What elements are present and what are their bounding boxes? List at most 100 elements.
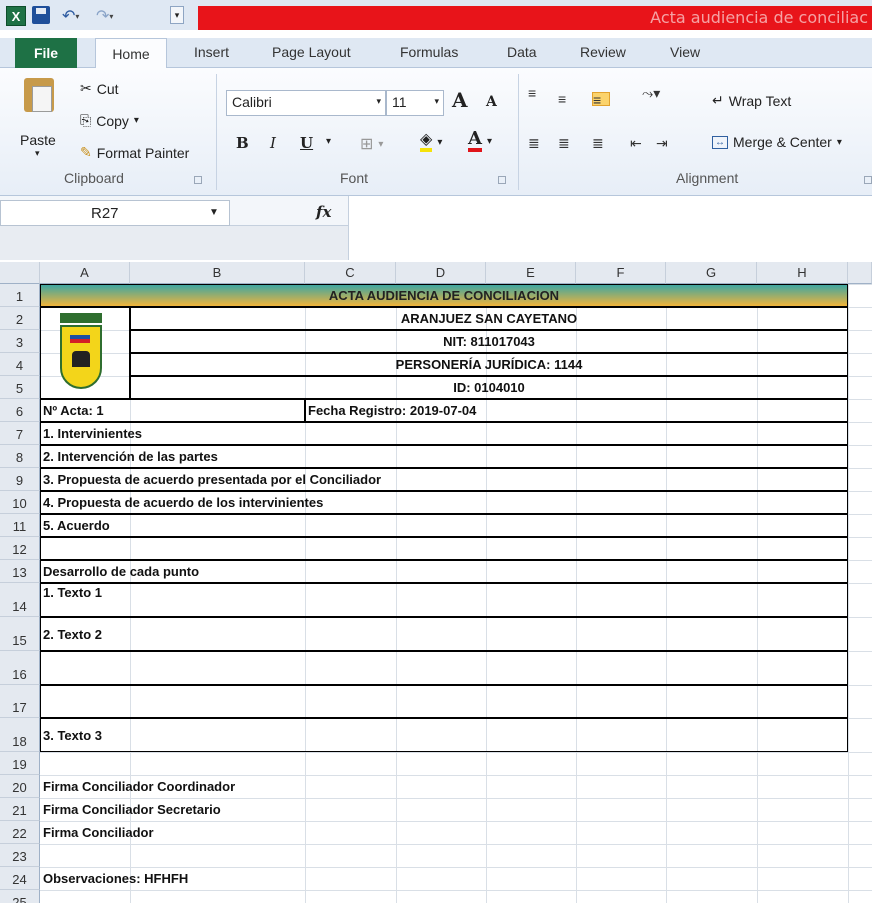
row-header-24[interactable]: 24 bbox=[0, 867, 40, 890]
row-header-22[interactable]: 22 bbox=[0, 821, 40, 844]
row-header-7[interactable]: 7 bbox=[0, 422, 40, 445]
copy-button[interactable]: ⎘ Copy ▾ bbox=[80, 112, 139, 129]
row-header-23[interactable]: 23 bbox=[0, 844, 40, 867]
worksheet-grid[interactable]: A B C D E F G H 1 2 3 4 5 6 7 8 9 10 11 12 13 14 15 16 17 18 19 20 2… bbox=[0, 262, 872, 903]
row-header-12[interactable]: 12 bbox=[0, 537, 40, 560]
redo-icon[interactable]: ↷ ▾ bbox=[96, 6, 113, 26]
tab-home[interactable]: Home bbox=[95, 38, 167, 69]
increase-indent-icon[interactable]: ⇥ bbox=[656, 136, 674, 150]
column-header-f[interactable]: F bbox=[576, 262, 666, 284]
agenda-item-13[interactable]: Desarrollo de cada punto bbox=[40, 560, 848, 583]
underline-button[interactable]: U bbox=[300, 134, 313, 152]
name-box[interactable]: R27 ▼ bbox=[0, 200, 230, 226]
column-header-c[interactable]: C bbox=[305, 262, 396, 284]
bold-button[interactable]: B bbox=[236, 134, 249, 152]
row-header-20[interactable]: 20 bbox=[0, 775, 40, 798]
font-color-button[interactable]: A ▾ bbox=[468, 130, 492, 152]
tab-insert[interactable]: Insert bbox=[194, 44, 229, 60]
wrap-text-button[interactable]: ↵ Wrap Text bbox=[712, 92, 791, 109]
row-header-2[interactable]: 2 bbox=[0, 307, 40, 330]
align-top-icon[interactable]: ≡ bbox=[528, 86, 546, 100]
nit-cell[interactable]: NIT: 811017043 bbox=[130, 330, 848, 353]
row-header-4[interactable]: 4 bbox=[0, 353, 40, 376]
insert-function-icon[interactable]: fx bbox=[316, 203, 331, 221]
tab-file[interactable]: File bbox=[15, 38, 77, 68]
font-name-select[interactable]: Calibri ▾ bbox=[226, 90, 386, 116]
cut-button[interactable]: ✂ Cut bbox=[80, 80, 119, 97]
column-header-e[interactable]: E bbox=[486, 262, 576, 284]
align-right-icon[interactable]: ≣ bbox=[592, 136, 610, 150]
row-header-15[interactable]: 15 bbox=[0, 617, 40, 651]
row-header-16[interactable]: 16 bbox=[0, 651, 40, 685]
row-header-1[interactable]: 1 bbox=[0, 284, 40, 307]
tab-review[interactable]: Review bbox=[580, 44, 626, 60]
clipboard-dialog-launcher-icon[interactable] bbox=[194, 176, 202, 184]
paste-icon[interactable] bbox=[24, 78, 54, 112]
agenda-item-8[interactable]: 2. Intervención de las partes bbox=[40, 445, 848, 468]
observaciones-cell[interactable]: Observaciones: HFHFH bbox=[40, 867, 340, 890]
align-bottom-icon[interactable]: ≡ bbox=[592, 92, 610, 107]
row-header-11[interactable]: 11 bbox=[0, 514, 40, 537]
excel-icon[interactable]: X bbox=[6, 6, 26, 26]
sheet-title-banner[interactable]: ACTA AUDIENCIA DE CONCILIACION bbox=[40, 284, 848, 307]
align-middle-icon[interactable]: ≡ bbox=[558, 92, 576, 106]
id-cell[interactable]: ID: 0104010 bbox=[130, 376, 848, 399]
orientation-icon[interactable]: ⤳▾ bbox=[642, 86, 672, 100]
grow-font-button[interactable]: A bbox=[452, 88, 468, 112]
row-header-8[interactable]: 8 bbox=[0, 445, 40, 468]
texto-1-cell[interactable]: 1. Texto 1 bbox=[40, 583, 848, 601]
row-header-9[interactable]: 9 bbox=[0, 468, 40, 491]
agenda-item-10[interactable]: 4. Propuesta de acuerdo de los intervini… bbox=[40, 491, 848, 514]
font-size-select[interactable]: 11 ▾ bbox=[386, 90, 444, 116]
row-header-10[interactable]: 10 bbox=[0, 491, 40, 514]
merge-center-button[interactable]: ↔ Merge & Center ▾ bbox=[712, 134, 842, 150]
firma-secretario-cell[interactable]: Firma Conciliador Secretario bbox=[40, 798, 340, 821]
select-all-corner[interactable] bbox=[0, 262, 40, 284]
paste-dropdown-icon[interactable]: ▾ bbox=[35, 148, 40, 159]
texto-3-cell[interactable]: 3. Texto 3 bbox=[40, 718, 848, 752]
fill-color-icon[interactable]: ◈ ▾ bbox=[420, 132, 442, 152]
format-painter-button[interactable]: ✎ Format Painter bbox=[80, 144, 189, 161]
row-header-6[interactable]: 6 bbox=[0, 399, 40, 422]
column-header-h[interactable]: H bbox=[757, 262, 848, 284]
borders-icon[interactable]: ⊞ ▾ bbox=[360, 134, 383, 154]
underline-dropdown-icon[interactable]: ▾ bbox=[326, 136, 331, 147]
font-dialog-launcher-icon[interactable] bbox=[498, 176, 506, 184]
agenda-item-7[interactable]: 1. Intervinientes bbox=[40, 422, 848, 445]
column-header-d[interactable]: D bbox=[396, 262, 486, 284]
row-header-3[interactable]: 3 bbox=[0, 330, 40, 353]
tab-data[interactable]: Data bbox=[507, 44, 537, 60]
tab-formulas[interactable]: Formulas bbox=[400, 44, 458, 60]
agenda-item-9[interactable]: 3. Propuesta de acuerdo presentada por e… bbox=[40, 468, 848, 491]
agenda-item-11[interactable]: 5. Acuerdo bbox=[40, 514, 848, 537]
column-header-g[interactable]: G bbox=[666, 262, 757, 284]
firma-coordinador-cell[interactable]: Firma Conciliador Coordinador bbox=[40, 775, 340, 798]
align-center-icon[interactable]: ≣ bbox=[558, 136, 576, 150]
row-header-19[interactable]: 19 bbox=[0, 752, 40, 775]
undo-icon[interactable]: ↶ ▾ bbox=[62, 6, 79, 26]
row-header-17[interactable]: 17 bbox=[0, 685, 40, 718]
save-icon[interactable] bbox=[32, 6, 50, 24]
personeria-cell[interactable]: PERSONERÍA JURÍDICA: 1144 bbox=[130, 353, 848, 376]
acta-number-cell[interactable]: Nº Acta: 1 bbox=[40, 399, 305, 422]
decrease-indent-icon[interactable]: ⇤ bbox=[630, 136, 648, 150]
column-header-b[interactable]: B bbox=[130, 262, 305, 284]
row-header-25[interactable]: 25 bbox=[0, 890, 40, 903]
fecha-registro-cell[interactable]: Fecha Registro: 2019-07-04 bbox=[305, 399, 848, 422]
row-header-13[interactable]: 13 bbox=[0, 560, 40, 583]
customize-toolbar-icon[interactable]: ▾ bbox=[170, 6, 184, 24]
column-header-a[interactable]: A bbox=[40, 262, 130, 284]
formula-input[interactable] bbox=[348, 196, 872, 260]
row-header-5[interactable]: 5 bbox=[0, 376, 40, 399]
org-name-cell[interactable]: ARANJUEZ SAN CAYETANO bbox=[130, 307, 848, 330]
paste-button[interactable]: Paste bbox=[20, 132, 56, 148]
firma-conciliador-cell[interactable]: Firma Conciliador bbox=[40, 821, 340, 844]
italic-button[interactable]: I bbox=[270, 134, 276, 152]
row-header-14[interactable]: 14 bbox=[0, 583, 40, 617]
shrink-font-button[interactable]: A bbox=[486, 94, 497, 110]
align-left-icon[interactable]: ≣ bbox=[528, 136, 546, 150]
tab-view[interactable]: View bbox=[670, 44, 700, 60]
alignment-dialog-launcher-icon[interactable] bbox=[864, 176, 872, 184]
row-header-21[interactable]: 21 bbox=[0, 798, 40, 821]
texto-2-cell[interactable]: 2. Texto 2 bbox=[40, 617, 848, 651]
